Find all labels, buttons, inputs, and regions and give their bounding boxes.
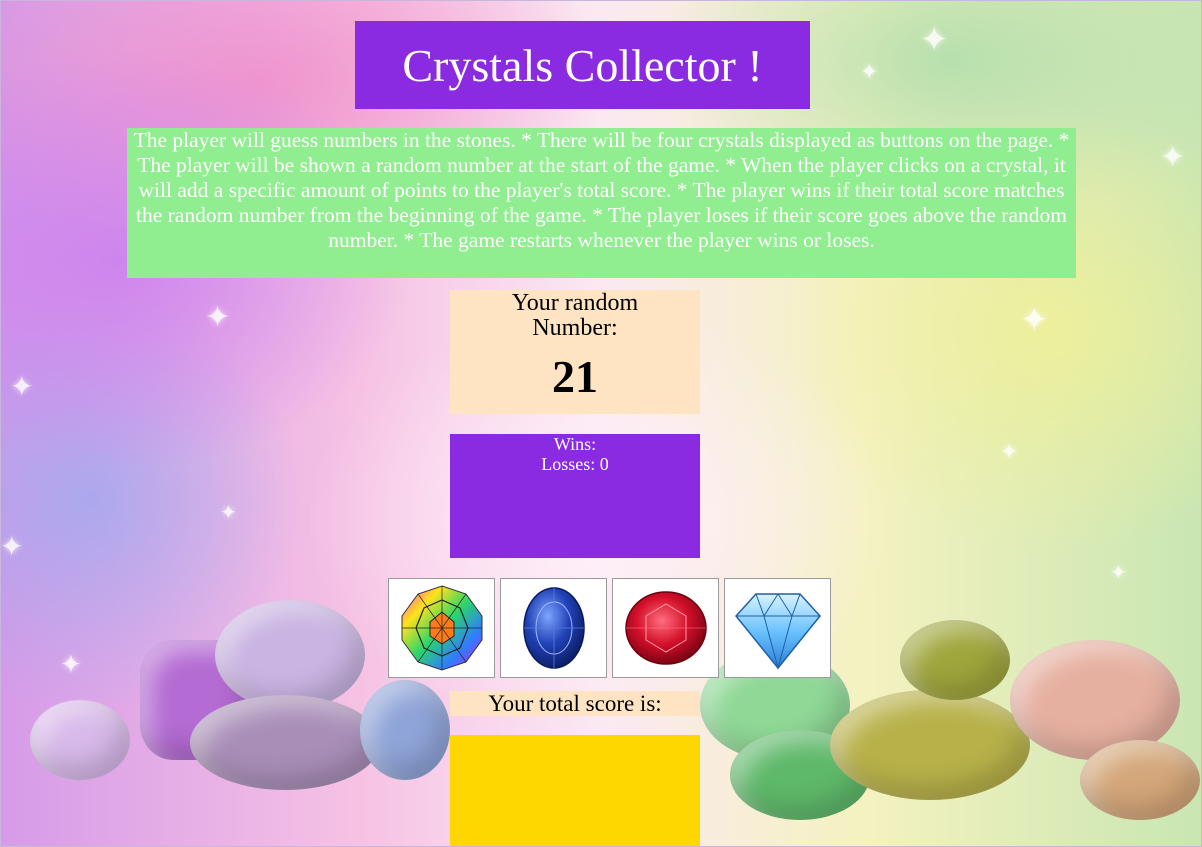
- wins-label: Wins:: [553, 434, 597, 454]
- crystal-buttons: [388, 578, 831, 678]
- page-title: Crystals Collector !: [402, 39, 763, 91]
- sparkle-icon: ✦: [1020, 300, 1049, 340]
- crystal-button-ruby[interactable]: [612, 578, 719, 678]
- total-score-label: Your total score is:: [488, 691, 662, 716]
- random-number-value: 21: [552, 351, 598, 402]
- crystal-button-rainbow[interactable]: [388, 578, 495, 678]
- rainbow-crystal-icon: [401, 585, 482, 671]
- instructions-text: The player will guess numbers in the sto…: [133, 128, 1070, 252]
- sparkle-icon: ✦: [1160, 140, 1186, 175]
- sparkle-icon: ✦: [220, 500, 237, 524]
- stats-panel: Wins: Losses: 0: [450, 434, 700, 558]
- sparkle-icon: ✦: [0, 530, 24, 563]
- random-number-label: Your random Number:: [511, 290, 639, 341]
- stone-decor: [1080, 740, 1200, 820]
- total-score-label-panel: Your total score is:: [450, 691, 700, 716]
- sparkle-icon: ✦: [60, 650, 82, 680]
- stone-decor: [360, 680, 450, 780]
- stone-decor: [830, 690, 1030, 800]
- sparkle-icon: ✦: [1110, 560, 1127, 584]
- sparkle-icon: ✦: [10, 370, 34, 403]
- stone-decor: [900, 620, 1010, 700]
- sparkle-icon: ✦: [920, 20, 949, 60]
- total-score-panel: [450, 735, 700, 846]
- losses-value: 0: [599, 454, 609, 474]
- sparkle-icon: ✦: [1000, 440, 1019, 465]
- wins-row: Wins:: [450, 434, 700, 454]
- blue-diamond-icon: [734, 593, 821, 670]
- sparkle-icon: ✦: [860, 60, 879, 85]
- title-banner: Crystals Collector !: [355, 21, 810, 109]
- crystal-button-sapphire[interactable]: [500, 578, 607, 678]
- losses-row: Losses: 0: [450, 454, 700, 474]
- random-number-panel: Your random Number: 21: [450, 290, 700, 414]
- crystal-button-diamond[interactable]: [724, 578, 831, 678]
- losses-label: Losses:: [541, 454, 596, 474]
- instructions-panel: The player will guess numbers in the sto…: [127, 128, 1076, 278]
- red-ruby-icon: [624, 591, 707, 665]
- stone-decor: [215, 600, 365, 710]
- sparkle-icon: ✦: [205, 300, 231, 335]
- blue-sapphire-icon: [522, 587, 585, 669]
- stone-decor: [190, 695, 380, 790]
- stone-decor: [30, 700, 130, 780]
